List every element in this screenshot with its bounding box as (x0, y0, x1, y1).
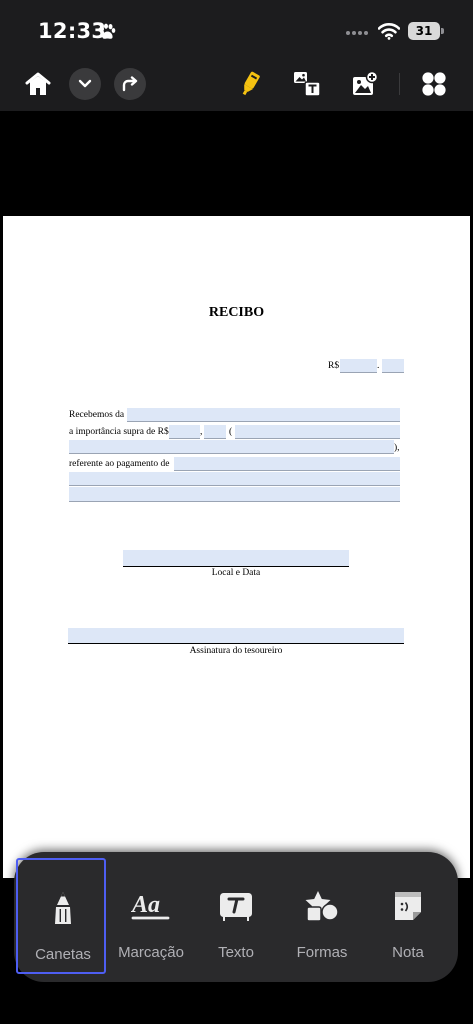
top-toolbar (0, 56, 473, 111)
currency-label: R$ (328, 361, 340, 371)
amount-separator-comma: , (200, 427, 203, 437)
payment-reference-line-2-underline (69, 485, 400, 486)
signature-line (68, 643, 404, 644)
toolbar-divider (399, 73, 400, 95)
home-icon (25, 72, 51, 95)
markup-text-icon: Aa (131, 892, 170, 920)
paren-open: ( (229, 427, 233, 437)
amount-field-cents[interactable] (382, 359, 404, 372)
paw-icon (100, 23, 116, 39)
tool-label: Nota (392, 944, 424, 961)
status-time: 12:33 (38, 19, 107, 43)
grid-icon (422, 72, 446, 96)
payment-reference-underline (174, 470, 400, 471)
battery-nub (441, 28, 444, 34)
pen-icon (55, 892, 71, 924)
status-bar: 12:33 31 (0, 0, 473, 56)
payment-reference-line-3-underline (69, 501, 400, 502)
tool-label: Marcação (118, 944, 184, 961)
amount-in-words-underline (235, 438, 400, 439)
amount-integer-underline (340, 372, 377, 373)
amount-in-words-continuation-field[interactable] (69, 440, 394, 453)
home-button[interactable] (22, 68, 54, 100)
add-image-button[interactable] (349, 68, 381, 100)
highlighter-button[interactable] (234, 68, 266, 100)
signature-field[interactable] (68, 628, 404, 643)
image-text-button[interactable] (291, 68, 323, 100)
grid-button[interactable] (418, 68, 450, 100)
tool-label: Texto (218, 944, 254, 961)
tool-label: Formas (296, 944, 348, 961)
amount-text-label: a importância supra de R$ (69, 427, 169, 437)
document-title: RECIBO (208, 305, 265, 320)
note-icon (395, 892, 421, 920)
amount-separator-dot: . (377, 361, 380, 371)
payer-name-underline (127, 421, 400, 422)
shapes-icon (305, 891, 339, 922)
highlighter-icon (242, 71, 260, 96)
amount-in-words-field[interactable] (235, 425, 400, 438)
redo-icon (122, 76, 138, 92)
received-from-label: Recebemos da (69, 410, 125, 420)
tool-texto[interactable]: Texto (191, 858, 281, 974)
text-box-icon (220, 893, 252, 921)
local-date-field[interactable] (123, 550, 349, 566)
paren-close: ), (394, 443, 400, 453)
tool-formas[interactable]: Formas (277, 858, 367, 974)
amount-words-integer-underline (169, 438, 200, 439)
tool-label: Canetas (35, 946, 91, 963)
redo-button[interactable] (114, 68, 146, 100)
amount-words-cents-field[interactable] (204, 425, 226, 438)
image-text-icon (294, 72, 321, 97)
amount-words-integer-field[interactable] (169, 425, 200, 438)
local-date-label: Local e Data (211, 568, 261, 578)
amount-continuation-underline (69, 453, 394, 454)
svg-text:Aa: Aa (131, 892, 160, 918)
payment-reference-field[interactable] (174, 457, 400, 470)
cellular-signal-icon (346, 28, 370, 38)
wifi-icon (378, 23, 400, 40)
local-date-line (123, 566, 349, 567)
add-image-icon (353, 71, 379, 95)
payment-reference-line-3-field[interactable] (69, 487, 400, 501)
payment-reference-line-2-field[interactable] (69, 472, 400, 485)
amount-cents-underline (382, 372, 404, 373)
amount-words-cents-underline (204, 438, 226, 439)
tool-marcacao[interactable]: Aa Marcação (106, 858, 196, 974)
document-page: RECIBO R$ . Recebemos da a importância s… (3, 216, 470, 878)
payer-name-field[interactable] (127, 408, 400, 421)
battery-indicator: 31 (408, 22, 440, 40)
tools-panel: Canetas Aa Marcação Texto Formas Nota (14, 852, 458, 982)
chevron-down-icon (78, 79, 92, 88)
reference-label: referente ao pagamento de (69, 459, 170, 469)
signature-label: Assinatura do tesoureiro (189, 646, 283, 656)
tool-nota[interactable]: Nota (363, 858, 453, 974)
dropdown-button[interactable] (69, 68, 101, 100)
tool-canetas[interactable]: Canetas (16, 858, 106, 974)
amount-field-integer[interactable] (340, 359, 377, 372)
